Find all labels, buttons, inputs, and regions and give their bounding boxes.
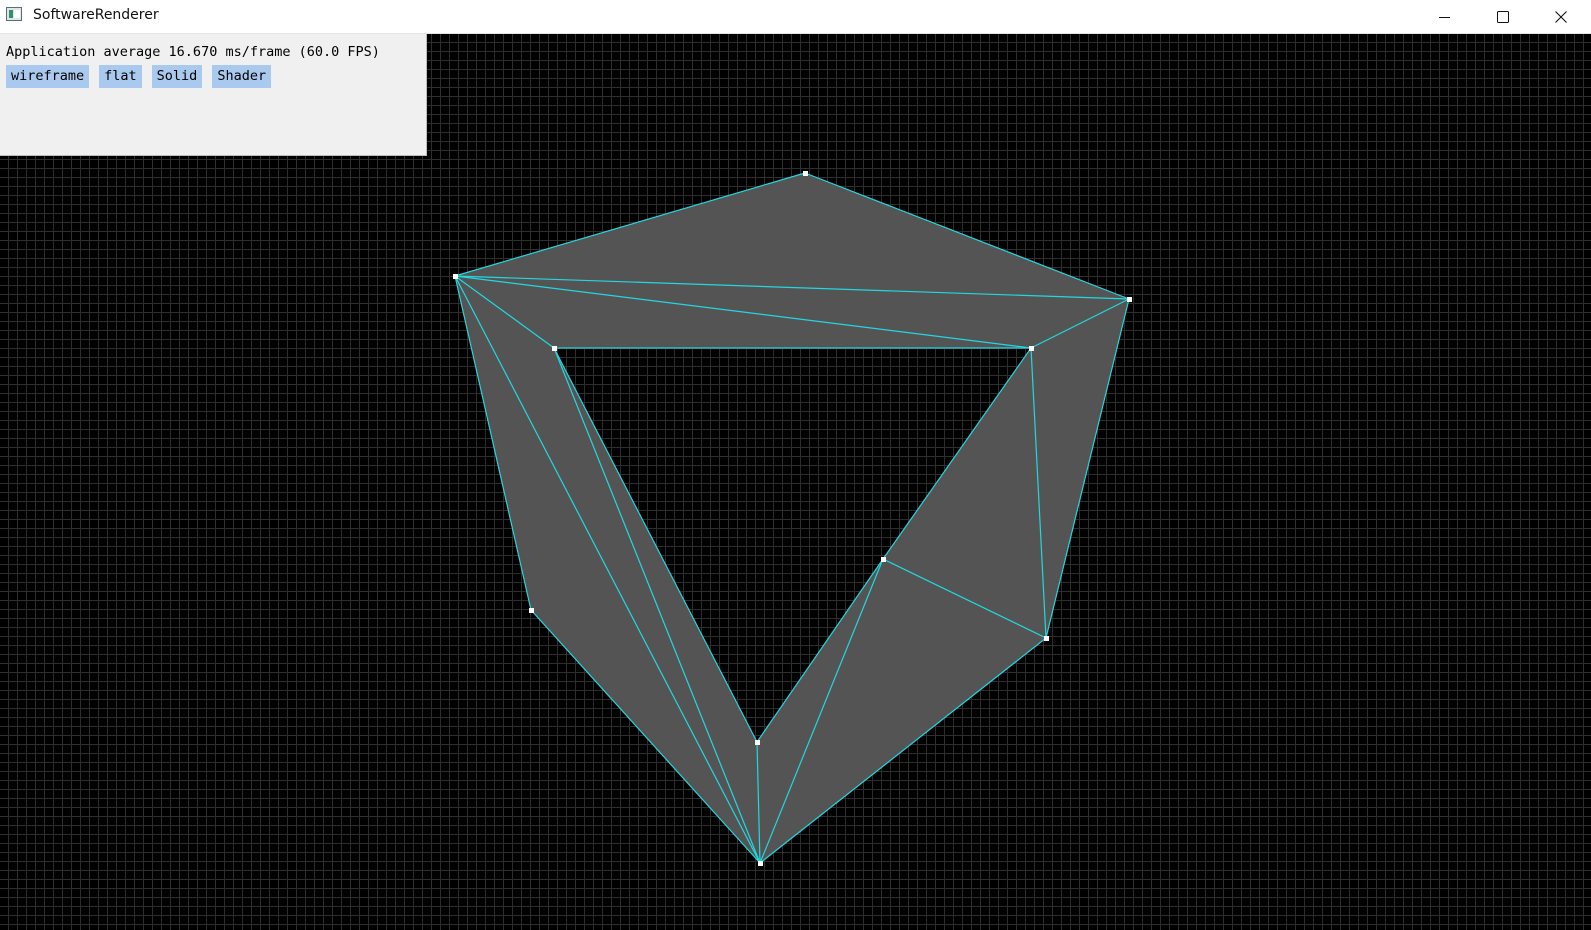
shader-button[interactable]: Shader: [212, 65, 272, 88]
title-bar[interactable]: SoftwareRenderer: [0, 0, 1591, 34]
mesh-vertex: [1127, 297, 1132, 302]
app-window-icon: [6, 7, 22, 21]
minimize-icon: [1439, 16, 1450, 18]
mesh-vertex: [552, 346, 557, 351]
mesh-faces: [455, 173, 1129, 863]
window-title: SoftwareRenderer: [33, 7, 159, 23]
mesh-edge: [454, 275, 761, 864]
wireframe-button[interactable]: wireframe: [6, 65, 90, 88]
app-window: SoftwareRenderer Application average 16.…: [0, 0, 1591, 930]
render-mode-buttons: wireframe flat Solid Shader: [6, 65, 272, 88]
rendered-mesh: [453, 171, 1132, 866]
maximize-icon: [1497, 10, 1509, 23]
mesh-vertex: [453, 274, 458, 279]
mesh-vertex: [1044, 636, 1049, 641]
render-viewport[interactable]: [0, 34, 1591, 930]
mesh-vertex: [881, 557, 886, 562]
mesh-vertex: [755, 740, 760, 745]
mesh-face: [1031, 299, 1129, 638]
close-icon: [1555, 10, 1567, 23]
maximize-button[interactable]: [1480, 0, 1526, 33]
flat-button[interactable]: flat: [99, 65, 142, 88]
debug-panel: Application average 16.670 ms/frame (60.…: [0, 34, 427, 156]
mesh-vertex: [529, 608, 534, 613]
close-button[interactable]: [1538, 0, 1584, 33]
solid-button[interactable]: Solid: [151, 65, 203, 88]
frame-stats-text: Application average 16.670 ms/frame (60.…: [6, 44, 380, 60]
mesh-vertex: [758, 861, 763, 866]
mesh-vertex: [803, 171, 808, 176]
mesh-vertex: [1029, 346, 1034, 351]
minimize-button[interactable]: [1422, 0, 1468, 33]
